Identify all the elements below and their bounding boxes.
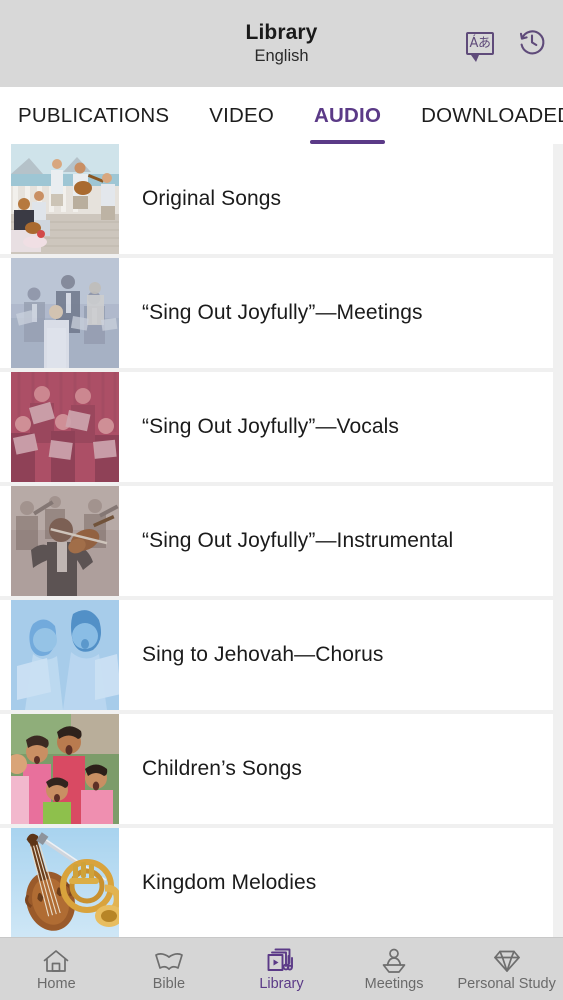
language-button[interactable]: Áあ — [463, 27, 497, 62]
list-item[interactable]: “Sing Out Joyfully”—Vocals — [0, 372, 553, 482]
list-item-thumbnail — [11, 258, 119, 368]
list-item-title: “Sing Out Joyfully”—Instrumental — [142, 529, 454, 552]
header-titles: Library English — [246, 21, 318, 66]
app-header: Library English Áあ — [0, 0, 563, 87]
podium-icon — [379, 946, 409, 974]
library-screen: Library English Áあ PUBLICATIONS VIDEO AU… — [0, 0, 563, 1000]
list-item[interactable]: Sing to Jehovah—Chorus — [0, 600, 553, 710]
congregation-singing-image — [11, 258, 119, 368]
language-icon-label: Áあ — [469, 36, 491, 51]
nav-item-home[interactable]: Home — [0, 938, 113, 1000]
nav-item-personal-study[interactable]: Personal Study — [450, 938, 563, 1000]
tab-video[interactable]: VIDEO — [189, 87, 294, 144]
home-icon — [41, 946, 71, 974]
nav-item-library[interactable]: Library — [225, 938, 338, 1000]
language-icon: Áあ — [466, 32, 494, 62]
list-item-thumbnail — [11, 714, 119, 824]
audio-category-list[interactable]: Original Songs “Sing Out Joyfully”—Meeti… — [0, 144, 563, 937]
list-item[interactable]: Kingdom Melodies — [0, 828, 553, 937]
list-item-thumbnail — [11, 144, 119, 254]
nav-item-meetings-label: Meetings — [364, 976, 424, 993]
tab-audio[interactable]: AUDIO — [294, 87, 401, 144]
list-item-title: Kingdom Melodies — [142, 871, 317, 894]
list-item[interactable]: Original Songs — [0, 144, 553, 254]
list-item-thumbnail — [11, 372, 119, 482]
beach-musicians-image — [11, 144, 119, 254]
bottom-navigation: Home Bible Library Meetings Personal Stu… — [0, 937, 563, 1000]
list-item[interactable]: Children’s Songs — [0, 714, 553, 824]
violin-horn-image — [11, 828, 119, 937]
nav-item-personal-study-label: Personal Study — [457, 976, 556, 993]
list-item[interactable]: “Sing Out Joyfully”—Instrumental — [0, 486, 553, 596]
list-item-title: Sing to Jehovah—Chorus — [142, 643, 384, 666]
list-item-title: Children’s Songs — [142, 757, 302, 780]
list-item-title: “Sing Out Joyfully”—Meetings — [142, 301, 423, 324]
gem-icon — [492, 946, 522, 974]
nav-item-bible-label: Bible — [152, 976, 186, 993]
list-item[interactable]: “Sing Out Joyfully”—Meetings — [0, 258, 553, 368]
book-icon — [154, 946, 184, 974]
list-item-thumbnail — [11, 486, 119, 596]
tab-downloaded[interactable]: DOWNLOADED — [401, 87, 563, 144]
singers-blue-image — [11, 600, 119, 710]
nav-item-meetings[interactable]: Meetings — [338, 938, 451, 1000]
page-language: English — [254, 47, 309, 66]
violinist-orchestra-image — [11, 486, 119, 596]
header-actions: Áあ — [463, 27, 549, 62]
nav-item-library-label: Library — [259, 976, 304, 993]
list-item-thumbnail — [11, 600, 119, 710]
nav-item-home-label: Home — [36, 976, 76, 993]
list-item-title: “Sing Out Joyfully”—Vocals — [142, 415, 400, 438]
history-icon — [516, 26, 548, 61]
list-item-thumbnail — [11, 828, 119, 937]
media-library-icon — [266, 946, 296, 974]
nav-item-bible[interactable]: Bible — [113, 938, 226, 1000]
tab-publications[interactable]: PUBLICATIONS — [18, 87, 189, 144]
page-title: Library — [245, 20, 318, 44]
history-button[interactable] — [515, 27, 549, 61]
section-tabs[interactable]: PUBLICATIONS VIDEO AUDIO DOWNLOADED — [0, 87, 563, 144]
children-singing-image — [11, 714, 119, 824]
list-item-title: Original Songs — [142, 187, 282, 210]
choir-rose-image — [11, 372, 119, 482]
